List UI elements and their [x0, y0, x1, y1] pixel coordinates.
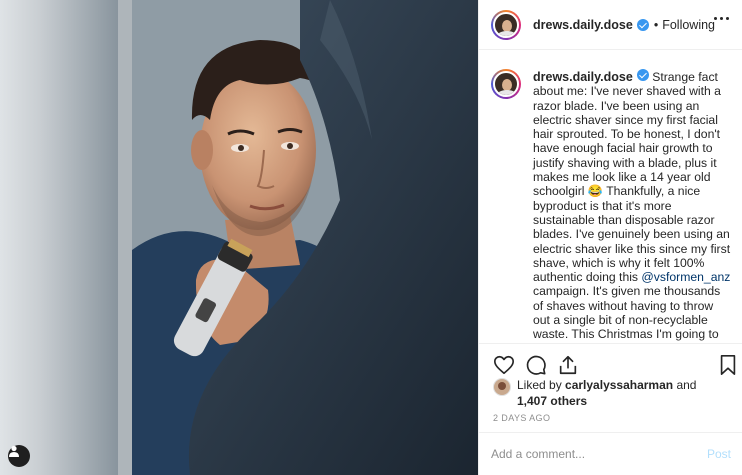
post-side-panel: drews.daily.dose • Following drews.daily…	[478, 0, 742, 475]
caption-author-avatar-image	[493, 71, 519, 97]
tag-button[interactable]	[8, 445, 30, 467]
caption-mention-link[interactable]: @vsformen_anz	[641, 270, 730, 284]
caption-username[interactable]: drews.daily.dose	[533, 70, 633, 84]
likes-text: Liked by carlyalyssaharman and 1,407 oth…	[517, 378, 717, 409]
bookmark-icon[interactable]	[717, 354, 739, 376]
likes-summary: Liked by carlyalyssaharman and 1,407 oth…	[493, 378, 717, 409]
caption-block: drews.daily.dose Strange fact about me: …	[479, 51, 742, 341]
liked-by-and: and	[673, 378, 697, 392]
following-button[interactable]: Following	[662, 18, 715, 32]
liked-by-user-link[interactable]: carlyalyssaharman	[565, 378, 673, 392]
caption-text-continued: campaign. It's given me thousands of sha…	[533, 284, 721, 341]
author-username[interactable]: drews.daily.dose	[533, 18, 633, 32]
verified-badge-icon	[636, 18, 649, 31]
comment-input[interactable]	[491, 447, 707, 461]
more-horizontal-icon[interactable]	[714, 17, 729, 20]
author-avatar-image	[493, 11, 519, 38]
liked-by-prefix: Liked by	[517, 378, 566, 392]
comment-bubble-icon[interactable]	[525, 354, 547, 376]
separator-dot: •	[653, 17, 659, 32]
caption-author-avatar[interactable]	[491, 69, 521, 99]
liker-avatar[interactable]	[493, 378, 511, 396]
photo-illustration	[0, 0, 478, 475]
caption-body: drews.daily.dose Strange fact about me: …	[533, 69, 731, 341]
comment-box: Post	[479, 432, 742, 475]
share-arrow-icon[interactable]	[557, 354, 579, 376]
caption-text: Strange fact about me: I've never shaved…	[533, 70, 731, 285]
post-header: drews.daily.dose • Following	[479, 0, 742, 50]
heart-icon[interactable]	[493, 354, 515, 376]
liked-by-others-link[interactable]: 1,407 others	[517, 394, 587, 408]
post-timestamp[interactable]: 2 DAYS AGO	[493, 413, 550, 423]
author-avatar[interactable]	[491, 9, 521, 40]
user-tag-icon	[9, 445, 19, 457]
author-row: drews.daily.dose • Following	[533, 18, 715, 32]
post-photo[interactable]	[0, 0, 478, 475]
verified-badge-icon	[636, 69, 649, 81]
post-comment-button[interactable]: Post	[707, 447, 731, 461]
action-bar	[479, 343, 742, 383]
